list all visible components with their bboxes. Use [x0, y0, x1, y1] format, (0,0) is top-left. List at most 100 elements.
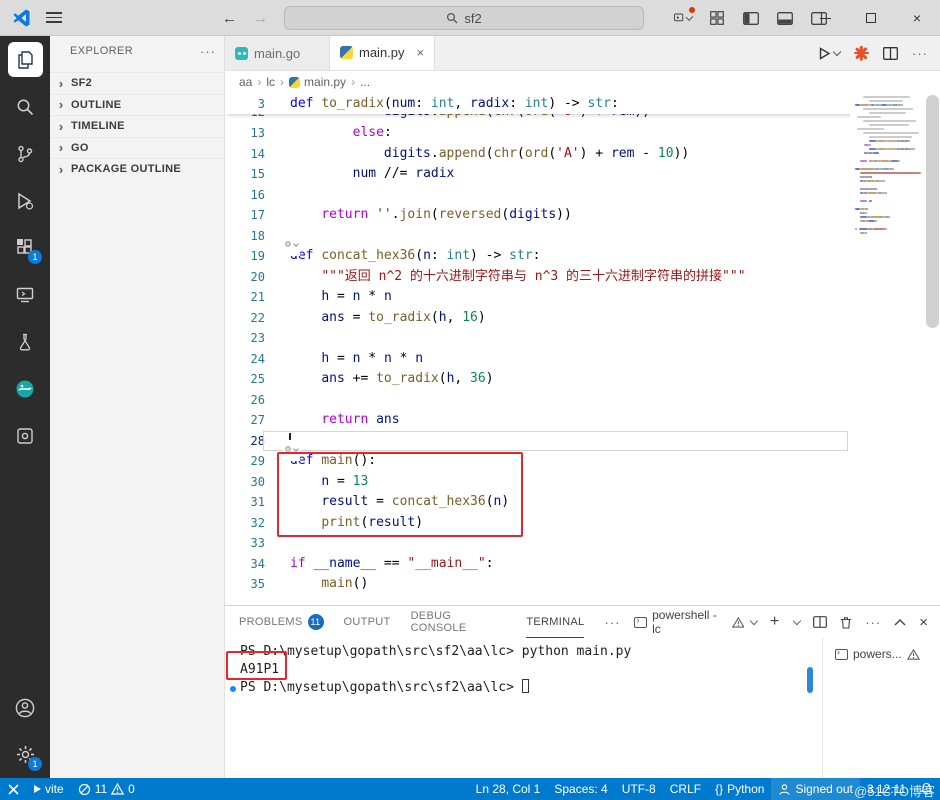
forward-icon[interactable]: → — [253, 10, 268, 27]
code-line[interactable]: 35 main() — [225, 574, 940, 595]
code-line[interactable]: 32 print(result) — [225, 513, 940, 534]
testing-icon[interactable] — [0, 318, 50, 365]
terminal-scrollbar[interactable] — [807, 667, 813, 693]
maximize-panel-icon[interactable] — [894, 618, 906, 626]
code-line[interactable]: 20 """返回 n^2 的十六进制字符串与 n^3 的三十六进制字符串的拼接"… — [225, 267, 940, 288]
run-debug-icon[interactable] — [0, 177, 50, 224]
code-line[interactable]: 14 digits.append(chr(ord('A') + rem - 10… — [225, 144, 940, 165]
editor-tab-main.py[interactable]: main.py × — [330, 36, 436, 70]
signed-out-status[interactable]: Signed out — [771, 778, 860, 800]
toggle-panel-icon[interactable] — [776, 11, 794, 25]
editor-tab-main.go[interactable]: main.go — [225, 36, 330, 70]
cursor-position[interactable]: Ln 28, Col 1 — [469, 778, 548, 800]
run-menu-icon[interactable] — [674, 7, 695, 25]
panel-tab-debug-console[interactable]: DEBUG CONSOLE — [411, 606, 507, 638]
panel-tab-problems[interactable]: PROBLEMS 11 — [239, 606, 324, 638]
gutter-gear-icon[interactable]: ⚙ — [283, 235, 301, 256]
code-line[interactable]: 26 — [225, 390, 940, 411]
maximize-button[interactable] — [848, 0, 894, 36]
sticky-scroll-line[interactable]: 3 def to_radix(num: int, radix: int) -> … — [225, 93, 940, 114]
kill-terminal-icon[interactable] — [840, 616, 852, 629]
code-line[interactable]: 21 h = n * n — [225, 287, 940, 308]
code-line[interactable]: 25 ans += to_radix(h, 36) — [225, 369, 940, 390]
breadcrumb-item[interactable]: ... — [360, 75, 370, 89]
code-line[interactable]: 30 n = 13 — [225, 472, 940, 493]
breadcrumb-item[interactable]: lc — [266, 75, 275, 89]
extensions-icon[interactable]: 1 — [0, 224, 50, 271]
tools-extension-icon[interactable] — [0, 412, 50, 459]
close-tab-icon[interactable]: × — [417, 45, 425, 60]
code-line[interactable]: 15 num //= radix — [225, 164, 940, 185]
breadcrumb-item[interactable]: aa — [239, 75, 252, 89]
code-line[interactable]: ⚙ 29 def main(): — [225, 440, 940, 472]
code-line[interactable]: 27 return ans — [225, 410, 940, 431]
line-number: 14 — [250, 146, 265, 161]
gutter-gear-icon[interactable]: ⚙ — [283, 440, 301, 461]
problems-status[interactable]: 11 0 — [71, 778, 142, 800]
npm-script-vite[interactable]: vite — [27, 778, 71, 800]
extension-star-icon[interactable] — [854, 45, 869, 61]
chevron-right-icon: › — [58, 97, 64, 113]
command-decoration-dot[interactable] — [230, 685, 236, 692]
docker-extension-icon[interactable] — [0, 365, 50, 412]
account-icon[interactable] — [0, 684, 50, 731]
code-line[interactable]: 33 — [225, 533, 940, 554]
remote-indicator[interactable] — [0, 778, 27, 800]
settings-gear-icon[interactable]: 1 — [0, 731, 50, 778]
minimize-button[interactable] — [802, 0, 848, 36]
code-line[interactable]: 16 — [225, 185, 940, 206]
editor-more-actions-icon[interactable]: ··· — [912, 46, 928, 61]
explorer-icon[interactable] — [0, 36, 50, 83]
code-line[interactable]: 13 else: — [225, 123, 940, 144]
code-line[interactable]: ⚙ 19 def concat_hex36(n: int) -> str: — [225, 235, 940, 267]
panel-tab-label: PROBLEMS — [239, 615, 303, 628]
sidebar-section-package-outline[interactable]: › PACKAGE OUTLINE — [50, 158, 224, 180]
close-button[interactable]: × — [894, 0, 940, 36]
command-center-search[interactable]: sf2 — [284, 6, 644, 30]
code-line[interactable]: 31 result = concat_hex36(n) — [225, 492, 940, 513]
sidebar-section-outline[interactable]: › OUTLINE — [50, 93, 224, 116]
code-line[interactable]: 34 if __name__ == "__main__": — [225, 554, 940, 575]
terminal-profile-select[interactable]: powershell - lc — [634, 608, 759, 636]
menu-icon[interactable] — [46, 12, 62, 23]
new-terminal-button[interactable]: + — [770, 613, 779, 631]
split-editor-icon[interactable] — [883, 46, 898, 60]
encoding[interactable]: UTF-8 — [615, 778, 663, 800]
code-line[interactable]: 24 h = n * n * n — [225, 349, 940, 370]
sidebar-section-sf2[interactable]: › SF2 — [50, 72, 224, 94]
panel-tab-terminal[interactable]: TERMINAL — [526, 606, 585, 638]
code-line[interactable]: 23 — [225, 328, 940, 349]
panel-tab-output[interactable]: OUTPUT — [344, 606, 391, 638]
run-python-file-button[interactable] — [817, 46, 842, 61]
breadcrumb-item[interactable]: main.py — [289, 75, 346, 89]
language-mode[interactable]: {} Python — [708, 778, 771, 800]
minimap[interactable] — [850, 93, 940, 605]
terminal-tab-item[interactable]: powers... — [829, 643, 940, 665]
sidebar-section-go[interactable]: › GO — [50, 136, 224, 159]
editor-scrollbar[interactable] — [926, 95, 939, 328]
source-control-icon[interactable] — [0, 130, 50, 177]
panel-tabs: PROBLEMS 11 OUTPUT DEBUG CONSOLE TERMINAL — [239, 606, 604, 638]
code-line[interactable]: 17 return ''.join(reversed(digits)) — [225, 205, 940, 226]
new-terminal-dropdown-icon[interactable] — [793, 616, 802, 625]
terminal-output[interactable]: PS D:\mysetup\gopath\src\sf2\aa\lc> pyth… — [230, 643, 820, 778]
back-icon[interactable]: ← — [222, 10, 237, 27]
indentation[interactable]: Spaces: 4 — [547, 778, 614, 800]
code-editor[interactable]: 3 def to_radix(num: int, radix: int) -> … — [225, 93, 940, 605]
panel-more-tabs-icon[interactable]: ··· — [604, 615, 620, 630]
eol-sequence[interactable]: CRLF — [663, 778, 708, 800]
notifications[interactable] — [913, 778, 940, 800]
code-line[interactable]: 28 — [225, 430, 940, 451]
code-line[interactable]: 18 — [225, 226, 940, 247]
sidebar-more-icon[interactable]: ··· — [200, 44, 216, 59]
sidebar-section-timeline[interactable]: › TIMELINE — [50, 115, 224, 137]
panel-more-actions-icon[interactable]: ··· — [865, 615, 881, 630]
toggle-sidebar-icon[interactable] — [742, 11, 760, 25]
code-line[interactable]: 22 ans = to_radix(h, 16) — [225, 308, 940, 329]
search-view-icon[interactable] — [0, 83, 50, 130]
remote-explorer-icon[interactable] — [0, 271, 50, 318]
customize-layout-icon[interactable] — [708, 11, 726, 25]
close-panel-icon[interactable]: × — [919, 614, 928, 631]
python-version[interactable]: 3.12.11 — [860, 778, 913, 800]
split-terminal-icon[interactable] — [813, 616, 828, 628]
